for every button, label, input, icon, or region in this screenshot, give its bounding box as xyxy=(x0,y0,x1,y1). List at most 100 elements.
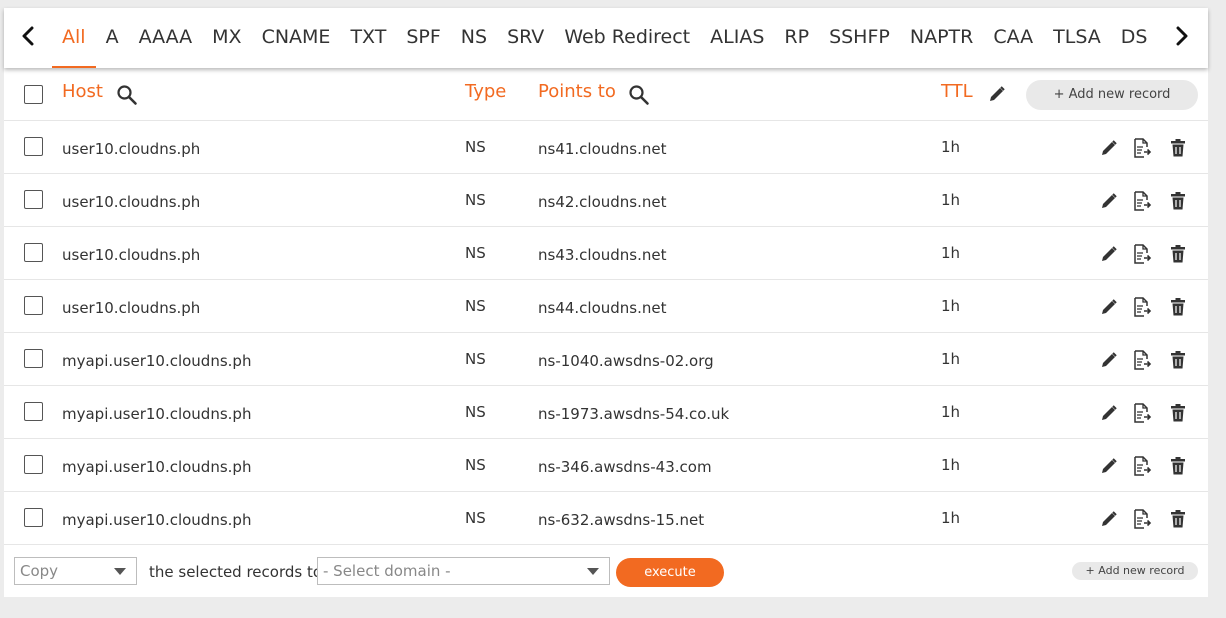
table-row: user10.cloudns.ph NS ns41.cloudns.net 1h xyxy=(4,121,1208,174)
trash-icon[interactable] xyxy=(1170,192,1188,212)
row-checkbox[interactable] xyxy=(24,296,43,315)
execute-button[interactable]: execute xyxy=(616,558,724,587)
file-export-icon[interactable] xyxy=(1132,191,1152,211)
pencil-icon[interactable] xyxy=(1100,245,1118,265)
table-row: user10.cloudns.ph NS ns43.cloudns.net 1h xyxy=(4,227,1208,280)
dns-records-panel: All A AAAA MX CNAME TXT SPF NS SRV Web Redirect AL… xyxy=(4,8,1208,597)
record-type-tabs: All A AAAA MX CNAME TXT SPF NS SRV Web Redirect AL… xyxy=(4,8,1208,68)
chevron-right-icon xyxy=(1176,26,1188,46)
record-host: user10.cloudns.ph xyxy=(62,299,201,317)
record-points-to: ns42.cloudns.net xyxy=(538,193,667,211)
row-checkbox[interactable] xyxy=(24,455,43,474)
trash-icon[interactable] xyxy=(1170,298,1188,318)
bulk-actions-footer: Copy the selected records to - Select do… xyxy=(4,545,1208,597)
tabs-prev-button[interactable] xyxy=(18,23,38,49)
tab-ns[interactable]: NS xyxy=(451,8,497,68)
record-host: user10.cloudns.ph xyxy=(62,193,201,211)
tabs-next-button[interactable] xyxy=(1172,23,1192,49)
record-points-to: ns43.cloudns.net xyxy=(538,246,667,264)
tab-txt[interactable]: TXT xyxy=(340,8,396,68)
tab-spf[interactable]: SPF xyxy=(396,8,450,68)
record-host: myapi.user10.cloudns.ph xyxy=(62,352,252,370)
chevron-down-icon xyxy=(587,568,599,575)
record-ttl: 1h xyxy=(941,297,961,315)
file-export-icon[interactable] xyxy=(1132,297,1152,317)
tab-aaaa[interactable]: AAAA xyxy=(129,8,203,68)
record-points-to: ns44.cloudns.net xyxy=(538,299,667,317)
chevron-down-icon xyxy=(114,568,126,575)
file-export-icon[interactable] xyxy=(1132,456,1152,476)
record-type: NS xyxy=(465,191,486,209)
trash-icon[interactable] xyxy=(1170,351,1188,371)
pencil-icon[interactable] xyxy=(1100,404,1118,424)
pencil-icon[interactable] xyxy=(1100,351,1118,371)
trash-icon[interactable] xyxy=(1170,510,1188,530)
search-icon[interactable] xyxy=(116,84,138,106)
record-points-to: ns41.cloudns.net xyxy=(538,140,667,158)
tab-all[interactable]: All xyxy=(52,8,96,68)
tab-rp[interactable]: RP xyxy=(774,8,819,68)
file-export-icon[interactable] xyxy=(1132,138,1152,158)
tab-alias[interactable]: ALIAS xyxy=(700,8,774,68)
record-points-to: ns-632.awsdns-15.net xyxy=(538,511,705,529)
pencil-icon[interactable] xyxy=(1100,298,1118,318)
record-ttl: 1h xyxy=(941,456,961,474)
tab-cname[interactable]: CNAME xyxy=(252,8,341,68)
pencil-icon[interactable] xyxy=(1100,457,1118,477)
row-checkbox[interactable] xyxy=(24,190,43,209)
trash-icon[interactable] xyxy=(1170,404,1188,424)
table-header: Host Type Points to TTL + Add new record xyxy=(4,68,1208,121)
record-ttl: 1h xyxy=(941,509,961,527)
row-checkbox[interactable] xyxy=(24,137,43,156)
pencil-icon[interactable] xyxy=(1100,510,1118,530)
add-new-record-button-bottom[interactable]: + Add new record xyxy=(1072,562,1198,580)
file-export-icon[interactable] xyxy=(1132,244,1152,264)
record-type: NS xyxy=(465,297,486,315)
record-points-to: ns-1973.awsdns-54.co.uk xyxy=(538,405,730,423)
tab-srv[interactable]: SRV xyxy=(497,8,554,68)
tab-a[interactable]: A xyxy=(96,8,129,68)
record-type: NS xyxy=(465,456,486,474)
file-export-icon[interactable] xyxy=(1132,403,1152,423)
tab-web-redirect[interactable]: Web Redirect xyxy=(554,8,700,68)
record-host: myapi.user10.cloudns.ph xyxy=(62,511,252,529)
domain-select-value: - Select domain - xyxy=(323,562,451,580)
pencil-icon[interactable] xyxy=(1100,192,1118,212)
file-export-icon[interactable] xyxy=(1132,509,1152,529)
record-type: NS xyxy=(465,403,486,421)
row-checkbox[interactable] xyxy=(24,508,43,527)
row-checkbox[interactable] xyxy=(24,349,43,368)
ttl-column-header[interactable]: TTL xyxy=(941,81,973,102)
tab-caa[interactable]: CAA xyxy=(983,8,1043,68)
type-column-header[interactable]: Type xyxy=(465,81,506,102)
table-row: myapi.user10.cloudns.ph NS ns-1040.awsdns-… xyxy=(4,333,1208,386)
tab-ds[interactable]: DS xyxy=(1111,8,1158,68)
record-ttl: 1h xyxy=(941,244,961,262)
tab-tlsa[interactable]: TLSA xyxy=(1043,8,1111,68)
tab-sshfp[interactable]: SSHFP xyxy=(819,8,900,68)
record-points-to: ns-1040.awsdns-02.org xyxy=(538,352,714,370)
record-ttl: 1h xyxy=(941,403,961,421)
tab-mx[interactable]: MX xyxy=(202,8,251,68)
pencil-icon[interactable] xyxy=(1100,139,1118,159)
select-all-checkbox[interactable] xyxy=(24,85,43,104)
record-ttl: 1h xyxy=(941,350,961,368)
row-checkbox[interactable] xyxy=(24,243,43,262)
search-icon[interactable] xyxy=(628,84,650,106)
trash-icon[interactable] xyxy=(1170,139,1188,159)
pencil-icon[interactable] xyxy=(988,85,1006,103)
tab-naptr[interactable]: NAPTR xyxy=(900,8,983,68)
record-type: NS xyxy=(465,509,486,527)
add-new-record-button[interactable]: + Add new record xyxy=(1026,80,1198,110)
bulk-action-select-value: Copy xyxy=(20,562,59,580)
row-checkbox[interactable] xyxy=(24,402,43,421)
record-points-to: ns-346.awsdns-43.com xyxy=(538,458,712,476)
trash-icon[interactable] xyxy=(1170,457,1188,477)
domain-select[interactable]: - Select domain - xyxy=(317,557,610,585)
bulk-action-label: the selected records to xyxy=(149,563,323,581)
bulk-action-select[interactable]: Copy xyxy=(14,557,137,585)
file-export-icon[interactable] xyxy=(1132,350,1152,370)
points-to-column-header[interactable]: Points to xyxy=(538,81,616,102)
trash-icon[interactable] xyxy=(1170,245,1188,265)
host-column-header[interactable]: Host xyxy=(62,81,103,102)
